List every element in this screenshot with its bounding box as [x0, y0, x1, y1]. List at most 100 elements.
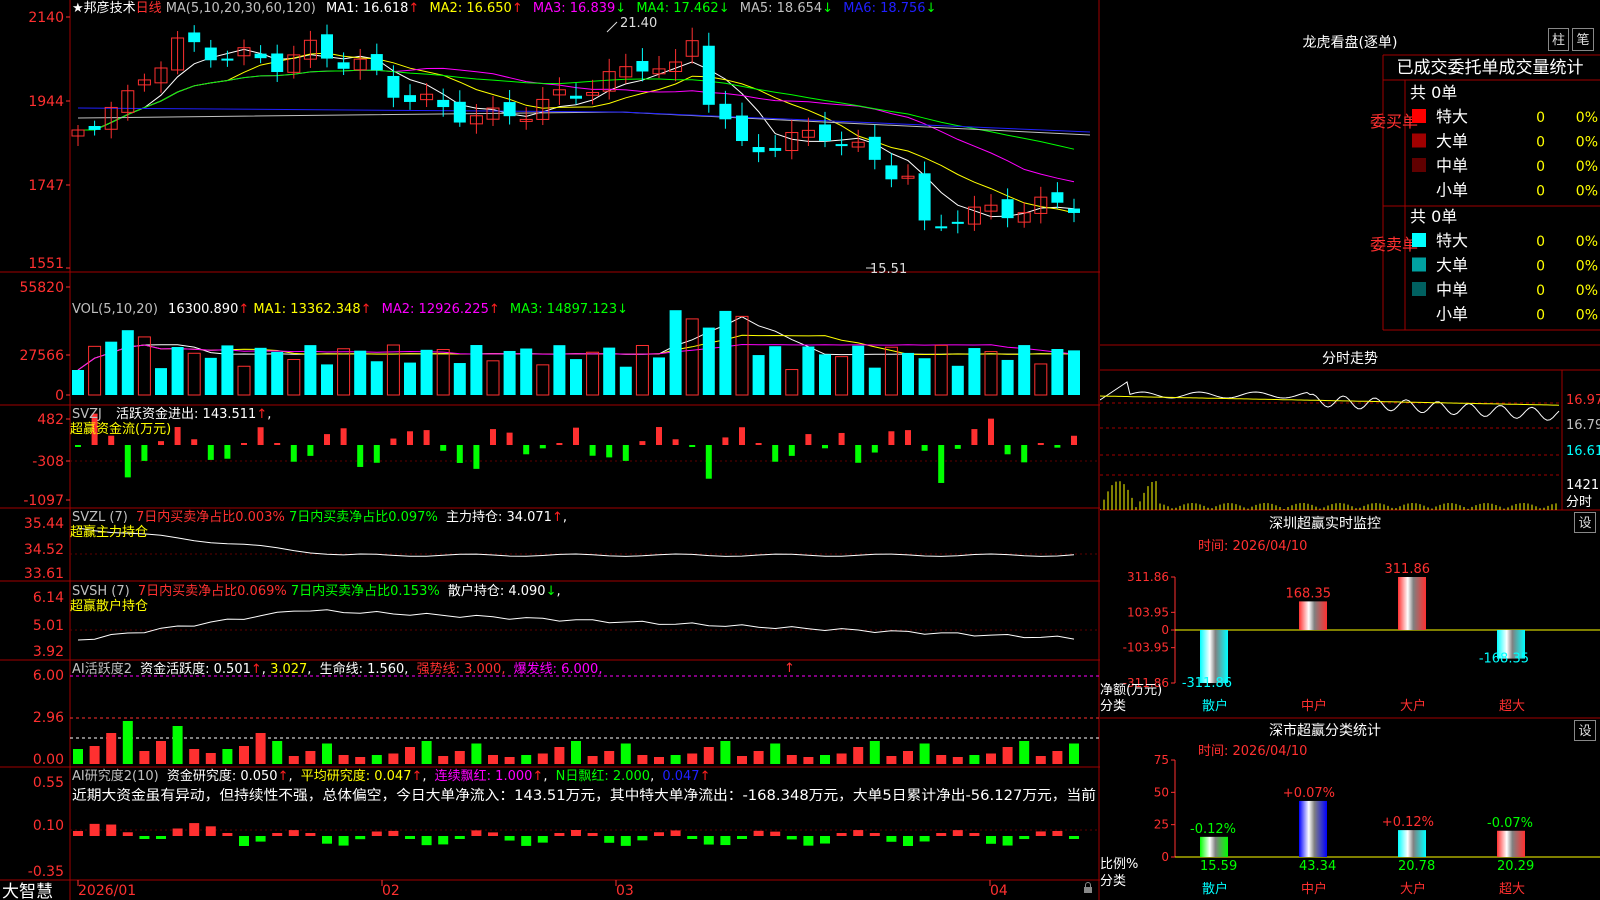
svsh-axis-label: 5.01 [33, 618, 64, 634]
dragon-subtitle: 已成交委托单成交量统计 [1397, 58, 1584, 78]
candle-body [321, 34, 333, 59]
order-color-swatch [1412, 282, 1426, 296]
ai-active-legend: AI活跃度2 资金活跃度: 0.501↑, 3.027, 生命线: 1.560,… [72, 661, 602, 677]
bar-view-button[interactable]: 柱 [1548, 28, 1569, 51]
fund-flow-bar [954, 445, 961, 449]
svzl-axis-label: 34.52 [24, 542, 64, 558]
ai-research-red: 连续飘红: 1.000 [435, 768, 533, 784]
ai-research-axis-label: 0.10 [33, 818, 64, 834]
svzj-axis-label: -1097 [23, 493, 64, 509]
chart-category-label: 大户 [1400, 881, 1426, 897]
chart-bar [1398, 577, 1426, 630]
svsh-ratio-b: 7日内买卖净占比0.153% [291, 583, 440, 599]
fund-flow-bar [340, 428, 347, 445]
chart-value-label: -311.86 [1182, 676, 1232, 691]
volume-bar [802, 346, 815, 395]
svzl-arrow: ↑ [552, 510, 563, 525]
order-color-swatch [1412, 133, 1426, 148]
order-label: 小单 [1436, 181, 1468, 200]
sell-total: 共 0单 [1410, 207, 1457, 226]
order-label: 特大 [1436, 107, 1468, 126]
order-count: 0 [1536, 234, 1545, 250]
svzl-legend: SVZL (7) 7日内买卖净占比0.003% 7日内买卖净占比0.097% 主… [72, 509, 567, 525]
chart-category-label: 散户 [1202, 881, 1228, 897]
volume-bar [271, 351, 284, 395]
research-bars [73, 823, 1079, 846]
intraday-axis-label: 16.61 [1566, 444, 1600, 459]
vol-ma1-arrow: ↑ [361, 302, 372, 317]
fund-flow-bar [75, 445, 81, 447]
chart-bar [1200, 836, 1228, 857]
fund-flow-bar [407, 431, 413, 445]
volume-bar [918, 358, 931, 395]
classify-settings-button[interactable]: 设 [1574, 720, 1596, 741]
research-bar [587, 833, 598, 836]
svsh-arrow: ↓ [546, 584, 557, 599]
fund-flow-bar [357, 445, 364, 467]
fund-flow-bar [888, 431, 895, 445]
chart-extra-label: 43.34 [1299, 859, 1336, 874]
research-bar [322, 836, 332, 844]
candle-body [918, 173, 931, 221]
candle-body [951, 221, 964, 224]
activity-bar [255, 733, 266, 764]
volume-bar [769, 346, 782, 395]
activity-bar [371, 755, 382, 764]
volume-bar [1018, 345, 1031, 395]
fund-flow-bar [158, 441, 164, 445]
research-bar [156, 836, 166, 839]
activity-bar [703, 747, 714, 764]
volume-bar [520, 348, 533, 395]
svzl-ratio-a: 7日内买卖净占比0.003% [136, 509, 285, 525]
fund-flow-bar [290, 445, 297, 462]
volume-bar [404, 362, 416, 395]
ai-research-nred: N日飘红: 2.000 [556, 768, 650, 784]
volume-bar [470, 345, 483, 395]
lock-icon[interactable] [1084, 882, 1092, 894]
volume-bar [486, 360, 500, 396]
research-bar [886, 836, 897, 842]
activity-bar [521, 755, 532, 764]
research-bar [89, 823, 100, 836]
activity-bar [205, 753, 216, 764]
svzj-arrow: ↑ [256, 407, 267, 422]
ai-life-line: 生命线: 1.560 [320, 661, 405, 677]
fund-flow-bar [191, 439, 198, 445]
volume-bar [553, 345, 566, 395]
ma-line [78, 69, 1075, 150]
research-bar [504, 836, 515, 841]
chart-category-label: 大户 [1400, 698, 1426, 714]
volume-bar [819, 354, 831, 395]
fund-flow-bar [373, 445, 380, 463]
candle-body [1068, 208, 1080, 213]
volume-bar [735, 315, 749, 396]
research-bar [355, 836, 366, 840]
candle-body [819, 124, 831, 141]
tick-view-button[interactable]: 笔 [1572, 28, 1594, 51]
high-marker: 21.40 [606, 16, 657, 33]
ma-def: MA(5,10,20,30,60,120) [166, 1, 316, 16]
activity-bar [587, 756, 598, 764]
candle-body [370, 54, 383, 71]
fund-flow-bar [788, 445, 795, 456]
fund-flow-bar [838, 432, 845, 445]
ma3-label: MA3: 16.839 [533, 1, 615, 16]
chart-extra-label: 20.78 [1398, 859, 1435, 874]
fund-flow-bar [622, 445, 629, 461]
monitor-ylabel: 净额(万元) [1100, 683, 1162, 698]
svzl-holding: 主力持仓: 34.071 [446, 510, 552, 525]
volume-bars [72, 310, 1080, 396]
candle-body [337, 62, 350, 69]
candle-body [437, 99, 450, 108]
main-axis-label: 2140 [28, 10, 64, 26]
ai-burst-line: 爆发线: 6.000 [514, 661, 599, 677]
main-chart-area[interactable]: 2140 1944 1747 1551 55820 27566 0 482 -3… [0, 0, 1100, 900]
chart-extra-label: 20.29 [1497, 859, 1534, 874]
fund-flow-bar [639, 441, 646, 445]
activity-bar [919, 743, 930, 764]
vol-axis-label: 0 [55, 388, 64, 404]
chart-bar [1497, 830, 1525, 857]
monitor-settings-button[interactable]: 设 [1574, 512, 1596, 533]
volume-bar [984, 351, 998, 396]
research-bar [571, 830, 581, 836]
